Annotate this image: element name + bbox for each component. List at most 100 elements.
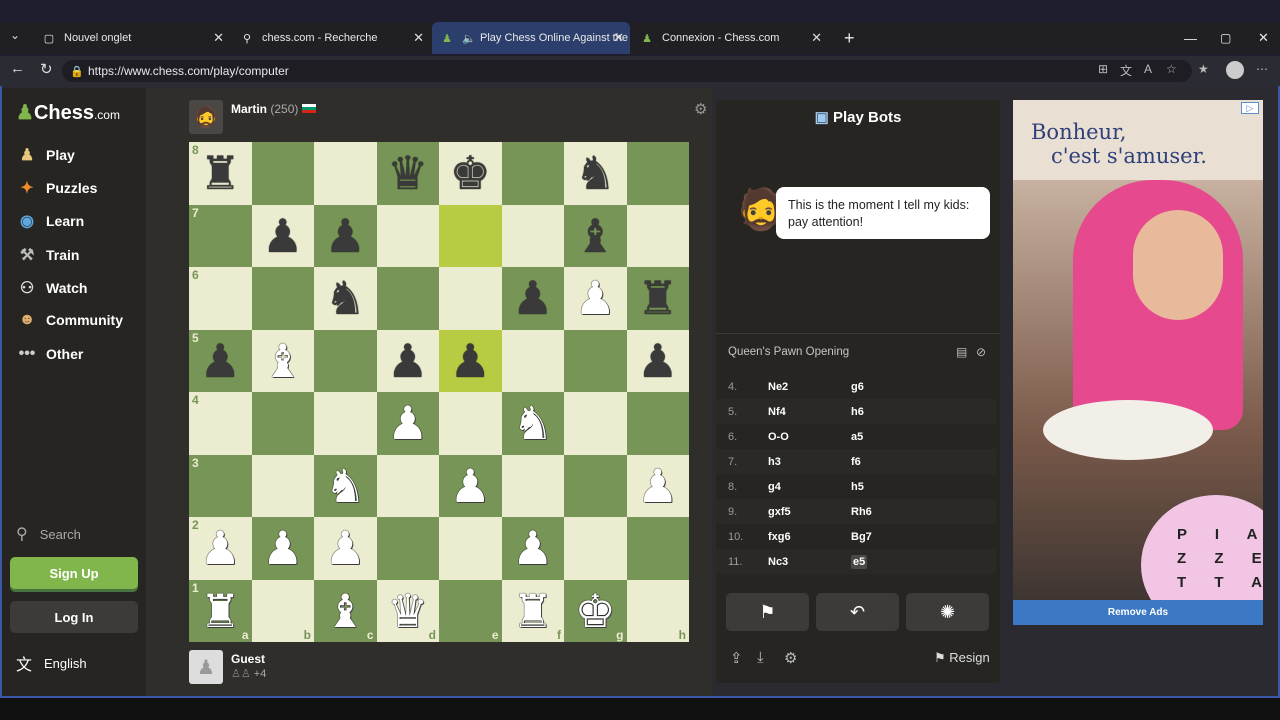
board-square-e3[interactable]: ♟ <box>439 454 502 517</box>
board-square-c7[interactable]: ♟ <box>314 204 377 267</box>
board-square-e2[interactable] <box>439 517 502 580</box>
board-square-d7[interactable] <box>376 204 439 267</box>
board-square-e7[interactable] <box>439 204 502 267</box>
chess-piece[interactable]: ♛ <box>387 150 428 196</box>
chess-piece[interactable]: ♟ <box>200 525 241 571</box>
chess-piece[interactable]: ♟ <box>325 213 366 259</box>
login-button[interactable]: Log In <box>10 601 138 633</box>
board-square-h4[interactable] <box>626 392 689 455</box>
chess-piece[interactable]: ♞ <box>512 400 553 446</box>
board-square-h3[interactable]: ♟ <box>626 454 689 517</box>
tab-play-chess[interactable]: ♟ 🔈 Play Chess Online Against the ✕ <box>432 22 630 54</box>
white-move[interactable]: Nc3 <box>768 556 851 568</box>
sidebar-item-learn[interactable]: ◉ Learn <box>16 211 84 231</box>
share-icon[interactable]: ⇪ <box>730 649 743 667</box>
board-square-a6[interactable]: 6 <box>189 267 252 330</box>
minimize-button[interactable]: — <box>1176 22 1197 54</box>
board-square-g5[interactable] <box>564 329 627 392</box>
close-icon[interactable]: ✕ <box>413 30 424 46</box>
board-square-a4[interactable]: 4 <box>189 392 252 455</box>
board-square-c8[interactable] <box>314 142 377 205</box>
white-move[interactable]: fxg6 <box>768 531 851 543</box>
board-square-c3[interactable]: ♞ <box>314 454 377 517</box>
more-icon[interactable]: ⋯ <box>1256 62 1268 76</box>
sidebar-item-play[interactable]: ♟ Play <box>16 145 75 165</box>
chess-piece[interactable]: ♜ <box>637 275 678 321</box>
flag-button[interactable]: ⚑ <box>726 593 809 631</box>
tab-list-icon[interactable]: ⌄ <box>10 28 20 42</box>
board-square-d2[interactable] <box>376 517 439 580</box>
chess-piece[interactable]: ♟ <box>450 338 491 384</box>
board-square-c1[interactable]: ♝ c <box>314 579 377 642</box>
avatar[interactable]: ♟ <box>189 650 223 684</box>
close-icon[interactable]: ✕ <box>811 30 822 46</box>
adchoices-icon[interactable]: ▷ <box>1241 102 1259 114</box>
reload-icon[interactable]: ↻ <box>40 60 53 78</box>
board-square-f8[interactable] <box>501 142 564 205</box>
board-square-h8[interactable] <box>626 142 689 205</box>
chess-piece[interactable]: ♟ <box>387 338 428 384</box>
board-square-b2[interactable]: ♟ <box>251 517 314 580</box>
board-square-f6[interactable]: ♟ <box>501 267 564 330</box>
chess-piece[interactable]: ♟ <box>200 338 241 384</box>
chess-logo[interactable]: ♟Chess.com <box>16 100 120 125</box>
board-square-b6[interactable] <box>251 267 314 330</box>
board-square-b8[interactable] <box>251 142 314 205</box>
black-move[interactable]: h5 <box>851 481 864 493</box>
board-square-h5[interactable]: ♟ <box>626 329 689 392</box>
black-move[interactable]: a5 <box>851 431 863 443</box>
white-move[interactable]: O-O <box>768 431 851 443</box>
translate-icon[interactable]: 文 <box>1120 62 1132 79</box>
apps-icon[interactable]: ⊞ <box>1098 62 1108 76</box>
chess-piece[interactable]: ♜ <box>200 150 241 196</box>
white-move[interactable]: Ne2 <box>768 381 851 393</box>
black-move[interactable]: Rh6 <box>851 506 872 518</box>
takeback-button[interactable]: ↶ <box>816 593 899 631</box>
board-square-a7[interactable]: 7 <box>189 204 252 267</box>
chess-piece[interactable]: ♟ <box>450 463 491 509</box>
chess-piece[interactable]: ♜ <box>200 588 241 634</box>
chess-piece[interactable]: ♟ <box>512 275 553 321</box>
board-square-b3[interactable] <box>251 454 314 517</box>
black-move[interactable]: f6 <box>851 456 861 468</box>
board-square-e6[interactable] <box>439 267 502 330</box>
black-move[interactable]: Bg7 <box>851 531 872 543</box>
chess-piece[interactable]: ♟ <box>512 525 553 571</box>
resign-button[interactable]: ⚑ Resign <box>934 650 990 666</box>
chess-piece[interactable]: ♟ <box>262 525 303 571</box>
advertisement[interactable]: Bonheur,c'est s'amuser. P I AZ Z ET T A … <box>1013 100 1263 625</box>
board-square-g6[interactable]: ♟ <box>564 267 627 330</box>
close-icon[interactable]: ✕ <box>613 30 624 46</box>
board-square-b4[interactable] <box>251 392 314 455</box>
board-square-d6[interactable] <box>376 267 439 330</box>
download-icon[interactable]: ⤓ <box>757 649 764 666</box>
black-move[interactable]: g6 <box>851 381 864 393</box>
board-square-c5[interactable] <box>314 329 377 392</box>
black-move[interactable]: e5 <box>851 554 868 569</box>
chess-piece[interactable]: ♟ <box>637 463 678 509</box>
settings-gear-icon[interactable]: ⚙ <box>694 100 707 118</box>
board-square-e1[interactable]: e <box>439 579 502 642</box>
new-tab-button[interactable]: + <box>836 22 860 54</box>
board-square-f3[interactable] <box>501 454 564 517</box>
opponent-name[interactable]: Martin <box>231 102 267 116</box>
board-square-g8[interactable]: ♞ <box>564 142 627 205</box>
player-name[interactable]: Guest <box>231 652 265 666</box>
board-square-f4[interactable]: ♞ <box>501 392 564 455</box>
signup-button[interactable]: Sign Up <box>10 557 138 589</box>
board-square-d3[interactable] <box>376 454 439 517</box>
board-square-e5[interactable]: ♟ <box>439 329 502 392</box>
board-square-h7[interactable] <box>626 204 689 267</box>
chess-piece[interactable]: ♚ <box>575 588 616 634</box>
chess-piece[interactable]: ♛ <box>387 588 428 634</box>
read-aloud-icon[interactable]: A <box>1144 62 1152 76</box>
board-square-c2[interactable]: ♟ <box>314 517 377 580</box>
settings-icon[interactable]: ⚙ <box>784 649 797 667</box>
board-square-b7[interactable]: ♟ <box>251 204 314 267</box>
board-square-a2[interactable]: ♟ 2 <box>189 517 252 580</box>
chess-piece[interactable]: ♝ <box>575 213 616 259</box>
board-square-a3[interactable]: 3 <box>189 454 252 517</box>
board-square-g1[interactable]: ♚ g <box>564 579 627 642</box>
white-move[interactable]: h3 <box>768 456 851 468</box>
board-square-h6[interactable]: ♜ <box>626 267 689 330</box>
